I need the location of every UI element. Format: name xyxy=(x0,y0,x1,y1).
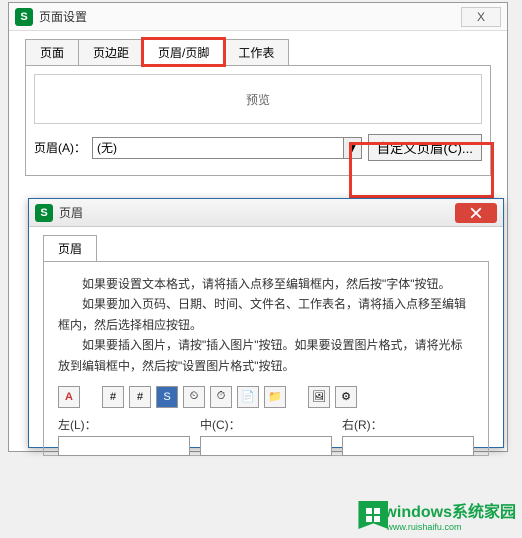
left-input[interactable] xyxy=(58,436,190,456)
close-button[interactable] xyxy=(455,203,497,223)
header-combo[interactable]: (无) ▼ xyxy=(92,137,362,159)
app-icon: S xyxy=(15,8,33,26)
tab-content: 预览 页眉(A)： (无) ▼ 自定义页眉(C)... xyxy=(25,65,491,176)
inner-body: 如果要设置文本格式，请将插入点移至编辑框内，然后按"字体"按钮。 如果要加入页码… xyxy=(43,261,489,456)
watermark-suffix: 系统家园 xyxy=(452,504,516,521)
insert-toolbar: A # # S ⏲ ⏱ 📄 📁 🖼 ⚙ xyxy=(58,386,474,408)
sheet-name-button[interactable]: S xyxy=(156,386,178,408)
right-input[interactable] xyxy=(342,436,474,456)
center-section: 中(C)： xyxy=(200,416,332,456)
file-path-button[interactable]: 📁 xyxy=(264,386,286,408)
separator xyxy=(85,386,97,408)
left-section: 左(L)： xyxy=(58,416,190,456)
tab-header-footer[interactable]: 页眉/页脚 xyxy=(143,39,224,65)
tabs: 页面 页边距 页眉/页脚 工作表 xyxy=(25,39,507,65)
separator xyxy=(291,386,303,408)
watermark-brand: windows xyxy=(384,504,452,521)
watermark: windows系统家园 www.ruishaifu.com xyxy=(358,498,516,532)
header-titlebar: S 页眉 xyxy=(29,199,503,227)
left-label: 左(L)： xyxy=(58,416,190,433)
tab-sheet[interactable]: 工作表 xyxy=(223,39,289,65)
time-button[interactable]: ⏱ xyxy=(210,386,232,408)
header-combo-value: (无) xyxy=(97,139,117,156)
date-button[interactable]: ⏲ xyxy=(183,386,205,408)
dialog-title: 页面设置 xyxy=(39,8,461,25)
header-dialog: S 页眉 页眉 如果要设置文本格式，请将插入点移至编辑框内，然后按"字体"按钮。… xyxy=(28,198,504,448)
help-text: 如果要设置文本格式，请将插入点移至编辑框内，然后按"字体"按钮。 如果要加入页码… xyxy=(58,274,474,376)
header-row: 页眉(A)： (无) ▼ 自定义页眉(C)... xyxy=(34,134,482,161)
custom-header-button[interactable]: 自定义页眉(C)... xyxy=(368,134,482,161)
right-label: 右(R)： xyxy=(342,416,474,433)
help-p1: 如果要设置文本格式，请将插入点移至编辑框内，然后按"字体"按钮。 xyxy=(58,274,474,294)
watermark-text-wrap: windows系统家园 www.ruishaifu.com xyxy=(384,498,516,532)
center-label: 中(C)： xyxy=(200,416,332,433)
windows-flag-icon xyxy=(358,501,388,529)
center-input[interactable] xyxy=(200,436,332,456)
header-dialog-title: 页眉 xyxy=(59,204,455,221)
picture-format-button[interactable]: ⚙ xyxy=(335,386,357,408)
close-button[interactable]: X xyxy=(461,7,501,27)
right-section: 右(R)： xyxy=(342,416,474,456)
chevron-down-icon[interactable]: ▼ xyxy=(343,138,361,158)
total-pages-button[interactable]: # xyxy=(129,386,151,408)
tab-header[interactable]: 页眉 xyxy=(43,235,97,261)
header-label: 页眉(A)： xyxy=(34,139,86,156)
help-p3: 如果要插入图片，请按"插入图片"按钮。如果要设置图片格式，请将光标放到编辑框中，… xyxy=(58,335,474,376)
page-number-button[interactable]: # xyxy=(102,386,124,408)
titlebar: S 页面设置 X xyxy=(9,3,507,31)
close-icon xyxy=(470,207,482,219)
file-name-button[interactable]: 📄 xyxy=(237,386,259,408)
tab-page[interactable]: 页面 xyxy=(25,39,79,65)
font-button[interactable]: A xyxy=(58,386,80,408)
insert-picture-button[interactable]: 🖼 xyxy=(308,386,330,408)
lcr-sections: 左(L)： 中(C)： 右(R)： xyxy=(58,416,474,456)
app-icon: S xyxy=(35,204,53,222)
watermark-url: www.ruishaifu.com xyxy=(386,522,516,532)
inner-tabs: 页眉 xyxy=(43,235,503,261)
preview-area: 预览 xyxy=(34,74,482,124)
tab-margins[interactable]: 页边距 xyxy=(78,39,144,65)
help-p2: 如果要加入页码、日期、时间、文件名、工作表名，请将插入点移至编辑框内，然后选择相… xyxy=(58,294,474,335)
